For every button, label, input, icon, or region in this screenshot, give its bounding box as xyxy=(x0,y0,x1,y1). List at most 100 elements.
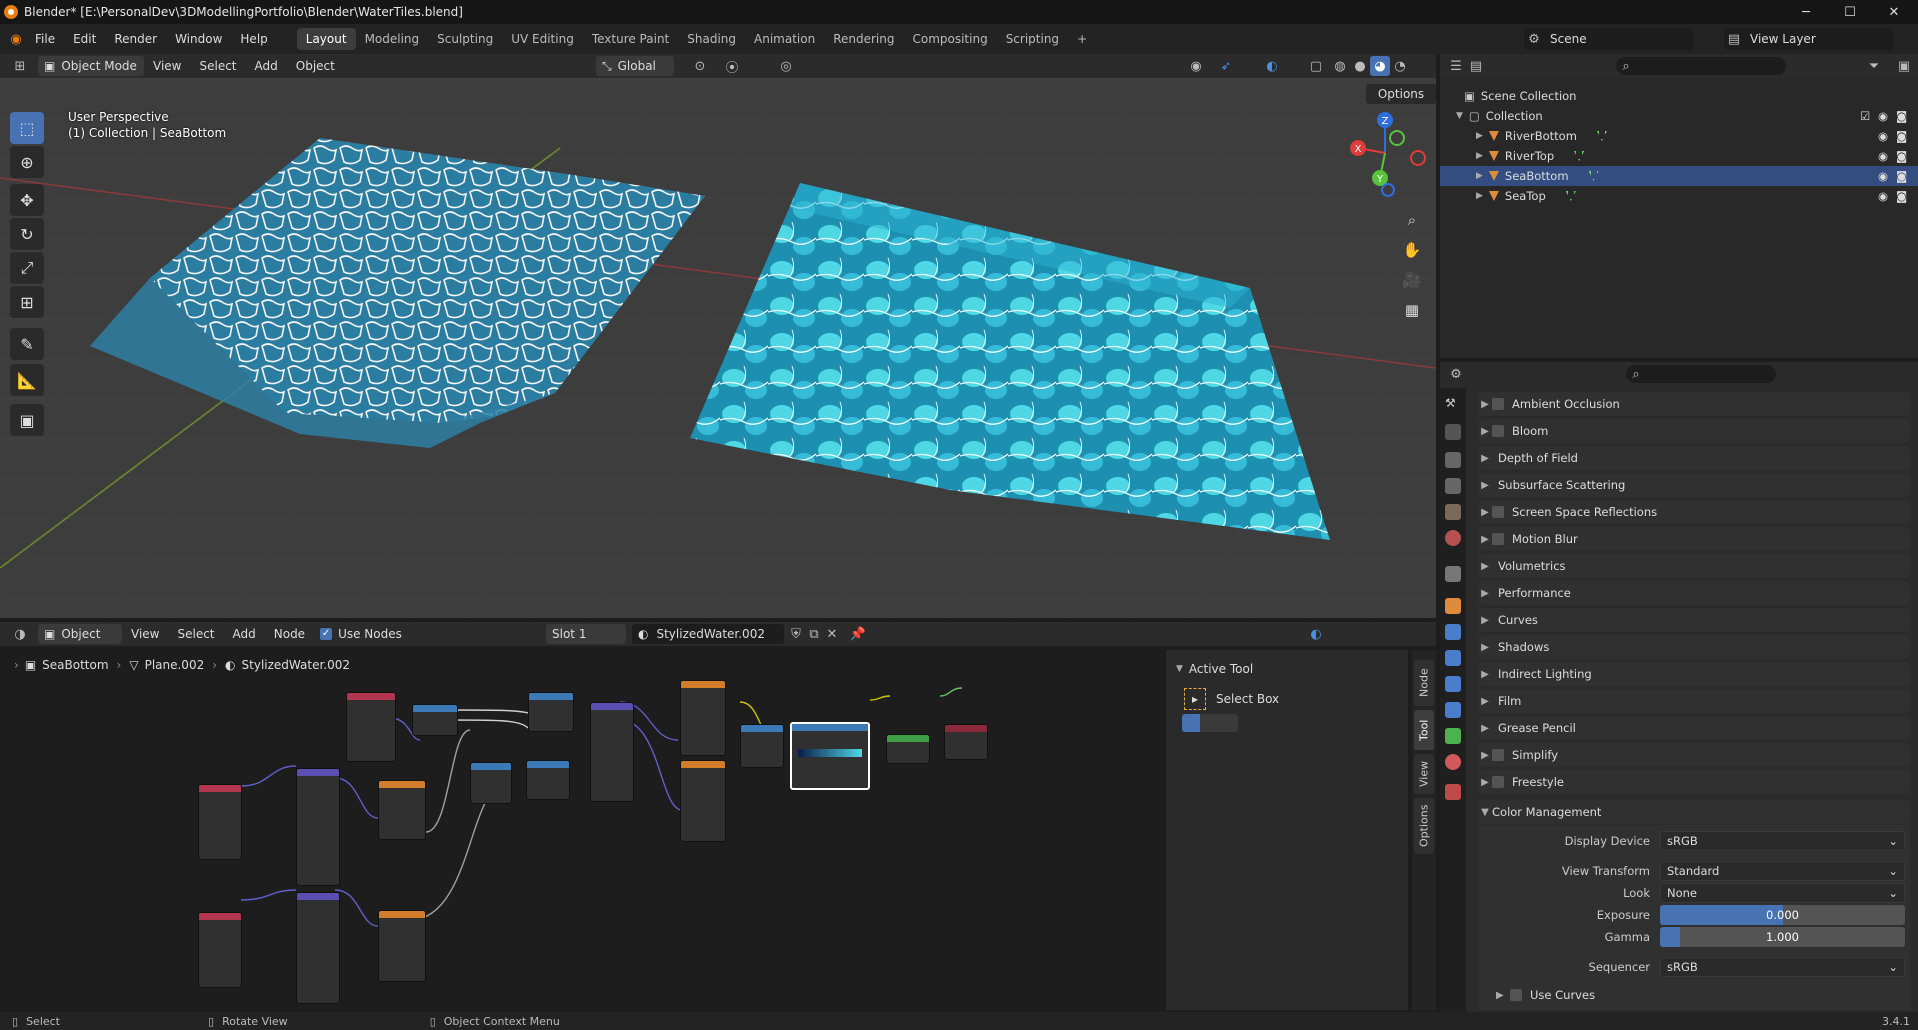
selection-mode-buttons[interactable] xyxy=(1182,714,1238,732)
camera-icon[interactable]: ◙ xyxy=(1896,169,1907,183)
panel-enable-checkbox[interactable] xyxy=(1492,749,1504,761)
display-device-dropdown[interactable]: sRGB ⌄ xyxy=(1660,831,1905,851)
collection-checkbox-icon[interactable]: ☑ xyxy=(1860,109,1870,123)
mapping-node[interactable] xyxy=(296,768,340,886)
material-output-node[interactable] xyxy=(944,724,988,760)
outliner-item-rivertop[interactable]: ▶ RiverTop ◉ ◙ xyxy=(1440,146,1918,166)
shader-type-dropdown[interactable]: ▣ Object xyxy=(38,624,122,644)
collection-camera-icon[interactable]: ◙ xyxy=(1896,109,1907,123)
outliner-editor-type-icon[interactable]: ☰ xyxy=(1446,56,1466,76)
look-dropdown[interactable]: None ⌄ xyxy=(1660,883,1905,903)
expand-icon[interactable]: ▶ xyxy=(1476,131,1483,141)
panel-motion-blur[interactable]: ▶ Motion Blur xyxy=(1478,527,1910,551)
collection-expand-icon[interactable]: ▼ xyxy=(1456,111,1463,121)
panel-enable-checkbox[interactable] xyxy=(1492,425,1504,437)
use-nodes-toggle[interactable]: ✓ Use Nodes xyxy=(320,627,402,641)
texture-coordinate-node[interactable] xyxy=(198,784,242,860)
solid-shading-icon[interactable]: ● xyxy=(1350,56,1370,76)
unlink-material-icon[interactable]: ✕ xyxy=(822,624,842,644)
collection-tab-icon[interactable] xyxy=(1445,566,1461,582)
eye-icon[interactable]: ◉ xyxy=(1878,189,1888,203)
panel-subsurface-scattering[interactable]: ▶ Subsurface Scattering xyxy=(1478,473,1910,497)
active-tool-section[interactable]: ▼ Active Tool xyxy=(1176,662,1253,676)
annotate-tool-icon[interactable]: ✎ xyxy=(10,328,44,360)
move-tool-icon[interactable]: ✥ xyxy=(10,184,44,216)
use-curves-checkbox[interactable] xyxy=(1510,989,1522,1001)
panel-enable-checkbox[interactable] xyxy=(1492,776,1504,788)
texture-coordinate-node-3[interactable] xyxy=(198,912,242,988)
panel-ambient-occlusion[interactable]: ▶ Ambient Occlusion xyxy=(1478,392,1910,416)
viewport-menu-select[interactable]: Select xyxy=(190,59,245,73)
navigation-gizmo[interactable]: Z X Y xyxy=(1340,108,1430,198)
blender-menu-icon[interactable]: ◉ xyxy=(6,29,26,49)
tab-options[interactable]: Options xyxy=(1414,798,1434,854)
node-editor[interactable]: › ▣ SeaBottom › ▽ Plane.002 › ◐ Stylized… xyxy=(0,650,1160,1010)
panel-enable-checkbox[interactable] xyxy=(1492,506,1504,518)
world-tab-icon[interactable] xyxy=(1445,530,1461,546)
particles-tab-icon[interactable] xyxy=(1445,650,1461,666)
panel-enable-checkbox[interactable] xyxy=(1492,533,1504,545)
combine-xyz-node[interactable] xyxy=(528,692,574,732)
panel-curves[interactable]: ▶ Curves xyxy=(1478,608,1910,632)
camera-icon[interactable]: 🎥 xyxy=(1398,266,1426,294)
sequencer-dropdown[interactable]: sRGB ⌄ xyxy=(1660,957,1905,977)
emission-node[interactable] xyxy=(886,734,930,764)
maximize-button[interactable]: ☐ xyxy=(1828,0,1872,24)
viewport-menu-view[interactable]: View xyxy=(144,59,190,73)
editor-type-icon[interactable]: ⊞ xyxy=(10,56,30,76)
tab-view[interactable]: View xyxy=(1414,754,1434,794)
transform-orientation-dropdown[interactable]: ⤡ Global xyxy=(596,56,674,76)
tab-animation[interactable]: Animation xyxy=(745,28,824,50)
3d-viewport[interactable]: User Perspective (1) Collection | SeaBot… xyxy=(0,78,1436,618)
tab-node[interactable]: Node xyxy=(1414,660,1434,706)
scene-collection-row[interactable]: ▣ Scene Collection xyxy=(1440,86,1918,106)
eye-icon[interactable]: ◉ xyxy=(1878,129,1888,143)
select-box-tool-icon[interactable]: ⬚ xyxy=(10,112,44,144)
zoom-icon[interactable]: ⌕ xyxy=(1398,206,1426,234)
mode-subtract-icon[interactable] xyxy=(1218,714,1236,732)
mapping-node-3[interactable] xyxy=(296,892,340,1004)
overlay-toggle-icon[interactable]: ◐ xyxy=(1262,56,1282,76)
display-mode-icon[interactable]: ▤ xyxy=(1466,56,1486,76)
noise-texture-node[interactable] xyxy=(680,680,726,756)
camera-icon[interactable]: ◙ xyxy=(1896,189,1907,203)
panel-performance[interactable]: ▶ Performance xyxy=(1478,581,1910,605)
tab-uv-editing[interactable]: UV Editing xyxy=(502,28,583,50)
exposure-slider[interactable]: 0.000 xyxy=(1660,905,1905,925)
color-management-panel[interactable]: ▼ Color Management xyxy=(1478,800,1910,824)
expand-icon[interactable]: ▶ xyxy=(1476,171,1483,181)
object-mode-dropdown[interactable]: ▣ Object Mode xyxy=(38,56,144,76)
view-layer-tab-icon[interactable] xyxy=(1445,478,1461,494)
tool-tab-icon[interactable]: ⚒ xyxy=(1445,396,1461,412)
menu-render[interactable]: Render xyxy=(105,32,166,46)
tab-tool[interactable]: Tool xyxy=(1414,710,1434,750)
tab-shading[interactable]: Shading xyxy=(678,28,745,50)
tab-rendering[interactable]: Rendering xyxy=(824,28,903,50)
node-menu-node[interactable]: Node xyxy=(265,627,314,641)
panel-screen-space-reflections[interactable]: ▶ Screen Space Reflections xyxy=(1478,500,1910,524)
perspective-grid-icon[interactable]: ▦ xyxy=(1398,296,1426,324)
voronoi-texture-node[interactable] xyxy=(378,780,426,840)
panel-enable-checkbox[interactable] xyxy=(1492,398,1504,410)
properties-search-input[interactable]: ⌕ xyxy=(1626,365,1776,383)
viewport-menu-add[interactable]: Add xyxy=(246,59,287,73)
expand-icon[interactable]: ▶ xyxy=(1476,191,1483,201)
transform-tool-icon[interactable]: ⊞ xyxy=(10,286,44,318)
add-workspace-button[interactable]: + xyxy=(1068,28,1096,50)
mapping-node-2[interactable] xyxy=(590,702,634,802)
rendered-shading-icon[interactable]: ◔ xyxy=(1390,56,1410,76)
tab-layout[interactable]: Layout xyxy=(296,28,356,50)
panel-shadows[interactable]: ▶ Shadows xyxy=(1478,635,1910,659)
math-node[interactable] xyxy=(470,762,512,804)
rotate-tool-icon[interactable]: ↻ xyxy=(10,218,44,250)
pan-hand-icon[interactable]: ✋ xyxy=(1398,236,1426,264)
outliner-item-seabottom[interactable]: ▶ SeaBottom ◉ ◙ xyxy=(1440,166,1918,186)
node-overlay-icon[interactable]: ◐ xyxy=(1306,624,1326,644)
pin-icon[interactable]: 📌 xyxy=(848,624,868,644)
eye-icon[interactable]: ◉ xyxy=(1878,149,1888,163)
panel-simplify[interactable]: ▶ Simplify xyxy=(1478,743,1910,767)
tab-compositing[interactable]: Compositing xyxy=(903,28,996,50)
gizmo-toggle-icon[interactable]: ➶ xyxy=(1216,56,1236,76)
fake-user-shield-icon[interactable]: ⛨ xyxy=(786,624,806,644)
panel-volumetrics[interactable]: ▶ Volumetrics xyxy=(1478,554,1910,578)
